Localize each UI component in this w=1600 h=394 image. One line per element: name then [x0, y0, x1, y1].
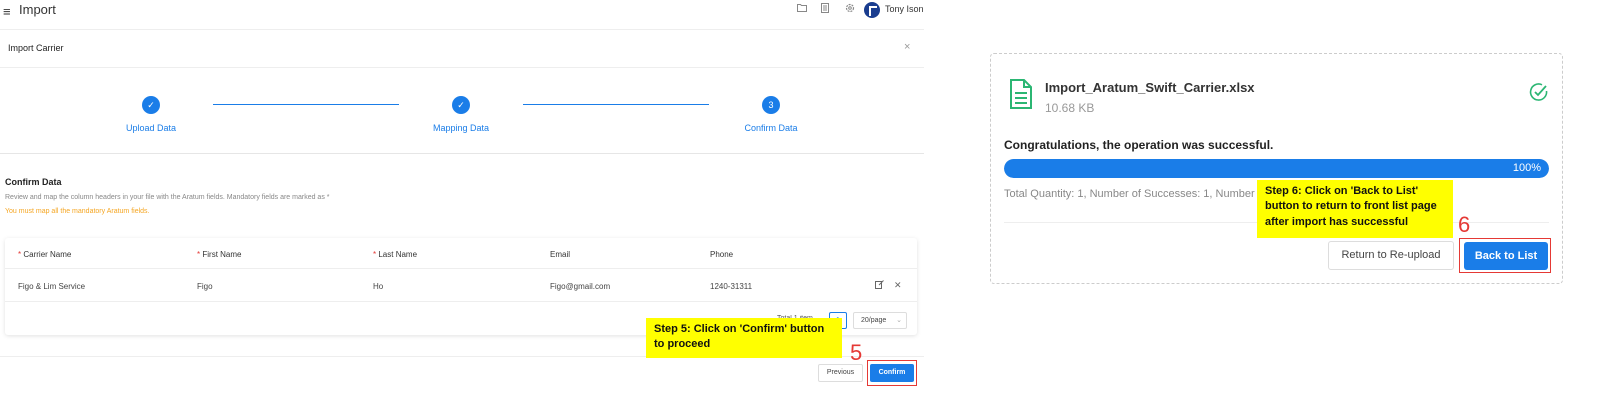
step-2-check-icon: ✓	[452, 96, 470, 114]
previous-button[interactable]: Previous	[818, 364, 863, 382]
back-highlight-box	[1459, 238, 1551, 273]
progress-bar: 100%	[1004, 159, 1549, 178]
step-1-check-icon: ✓	[142, 96, 160, 114]
step-3-number: 3	[762, 96, 780, 114]
menu-icon[interactable]: ≡	[3, 4, 11, 19]
chevron-down-icon: ⌄	[896, 317, 902, 324]
step-connector	[523, 104, 709, 105]
document-icon[interactable]	[821, 3, 829, 16]
gear-icon[interactable]	[845, 3, 855, 16]
step-3-label: Confirm Data	[744, 123, 798, 133]
step-5-callout: Step 5: Click on 'Confirm' button to pro…	[646, 318, 842, 358]
column-header-phone: Phone	[710, 250, 734, 259]
step-connector	[213, 104, 399, 105]
delete-icon[interactable]: ✕	[894, 280, 902, 291]
top-bar: ≡ Import Tony Ison	[0, 0, 924, 30]
close-icon[interactable]: ×	[904, 41, 910, 53]
page-size-select[interactable]: 20/page ⌄	[853, 312, 907, 329]
avatar[interactable]	[864, 2, 880, 18]
cell-first-name: Figo	[197, 282, 213, 291]
table-header: * Carrier Name * First Name * Last Name …	[5, 238, 917, 269]
step-2-label: Mapping Data	[432, 123, 490, 133]
user-name[interactable]: Tony Ison	[885, 4, 924, 14]
column-header-first-name: * First Name	[197, 250, 242, 259]
table-row: Figo & Lim Service Figo Ho Figo@gmail.co…	[5, 270, 917, 302]
file-size: 10.68 KB	[1045, 101, 1095, 115]
excel-file-icon	[1010, 79, 1032, 109]
step-6-callout: Step 6: Click on 'Back to List' button t…	[1257, 180, 1453, 238]
column-header-email: Email	[550, 250, 571, 259]
step-6-number: 6	[1458, 212, 1471, 237]
confirm-highlight-box	[867, 360, 917, 386]
column-header-last-name: * Last Name	[373, 250, 418, 259]
app-title: Import	[19, 2, 56, 17]
edit-icon[interactable]	[875, 280, 884, 291]
cell-email: Figo@gmail.com	[550, 282, 611, 291]
confirm-section: Confirm Data Review and map the column h…	[5, 177, 330, 215]
progress-label: 100%	[1512, 162, 1541, 174]
section-title: Confirm Data	[5, 177, 62, 187]
modal-header: Import Carrier ×	[0, 30, 924, 68]
success-message: Congratulations, the operation was succe…	[1004, 138, 1274, 152]
column-header-carrier-name: * Carrier Name	[18, 250, 72, 259]
stepper: ✓ Upload Data ✓ Mapping Data 3 Confirm D…	[0, 68, 924, 154]
cell-carrier-name: Figo & Lim Service	[18, 282, 86, 291]
mandatory-warning: You must map all the mandatory Aratum fi…	[5, 208, 150, 215]
section-description: Review and map the column headers in you…	[5, 194, 330, 201]
progress-fill: 100%	[1004, 159, 1549, 178]
cell-last-name: Ho	[373, 282, 384, 291]
folder-icon[interactable]	[797, 3, 807, 15]
step-1-label: Upload Data	[125, 123, 177, 133]
reupload-button[interactable]: Return to Re-upload	[1328, 241, 1454, 270]
modal-title: Import Carrier	[8, 43, 64, 53]
success-check-icon	[1529, 82, 1549, 102]
file-name: Import_Aratum_Swift_Carrier.xlsx	[1045, 80, 1255, 95]
cell-phone: 1240-31311	[710, 282, 753, 291]
step-5-number: 5	[850, 340, 863, 365]
